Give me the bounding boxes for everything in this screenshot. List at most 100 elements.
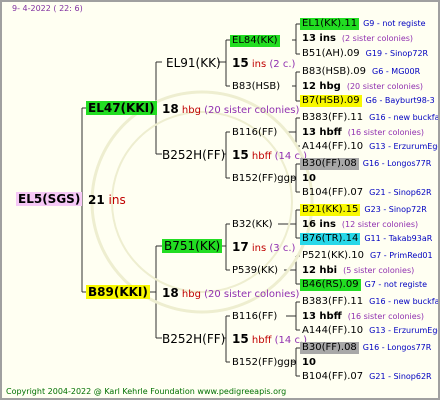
- level4-row[interactable]: 16 ins (12 sister colonies): [300, 219, 418, 231]
- level4-code: G6 - MG00R: [372, 67, 421, 76]
- level3-node[interactable]: B152(FF)ggp: [230, 173, 298, 185]
- level4-code: G16 - new buckfas: [369, 113, 440, 122]
- root-count: 21: [88, 193, 105, 207]
- level4-row[interactable]: B30(FF).08 G16 - Longos77R: [300, 158, 431, 170]
- level4-code: G23 - Sinop72R: [364, 205, 427, 214]
- level4-row[interactable]: 12 hbi (5 sister colonies): [300, 265, 414, 277]
- level1-code: hbg: [181, 105, 201, 116]
- level4-code: G11 - Takab93aR: [364, 234, 433, 243]
- level4-code: G21 - Sinop62R: [369, 372, 432, 381]
- level4-code: (16 sister colonies): [347, 312, 424, 321]
- level2-info: 15 hbff (14 c.): [232, 149, 307, 163]
- level4-code: G19 - Sinop72R: [365, 49, 429, 58]
- level1-sisters: (20 sister colonies): [204, 105, 300, 116]
- level4-label: 10: [302, 357, 316, 368]
- level2-count: 15: [232, 56, 249, 70]
- level3-label: EL84(KK): [230, 35, 280, 47]
- level4-label: 13 hbff: [302, 311, 342, 322]
- level2-count: 15: [232, 332, 249, 346]
- level4-row[interactable]: 13 ins (2 sister colonies): [300, 33, 413, 45]
- level4-row[interactable]: B7(HSB).09 G6 - Bayburt98-3: [300, 95, 435, 107]
- level2-node[interactable]: B252H(FF): [160, 333, 227, 347]
- level2-code: ins: [251, 59, 267, 70]
- root-node[interactable]: EL5(SGS): [16, 192, 83, 207]
- level4-label: B104(FF).07: [302, 371, 364, 382]
- level4-row[interactable]: EL1(KK).11 G9 - not registe: [300, 18, 426, 30]
- level4-label: B76(TR).14: [300, 233, 361, 245]
- level3-node[interactable]: B32(KK): [230, 219, 275, 231]
- level3-node[interactable]: P539(KK): [230, 265, 280, 277]
- level4-label: 10: [302, 173, 316, 184]
- level4-code: G6 - Bayburt98-3: [365, 96, 435, 105]
- level2-code: hbff: [251, 335, 272, 346]
- level4-code: G7 - PrimRed01: [369, 251, 433, 260]
- level4-label: B30(FF).08: [300, 158, 359, 170]
- level4-row[interactable]: A144(FF).10 G13 - ErzurumEgg8: [300, 325, 438, 337]
- level2-sisters: (2 c.): [269, 59, 296, 70]
- level4-row[interactable]: B383(FF).11 G16 - new buckfas: [300, 296, 440, 308]
- level4-row[interactable]: B383(FF).11 G16 - new buckfas: [300, 112, 440, 124]
- footer: Copyright 2004-2022 @ Karl Kehrle Founda…: [6, 387, 287, 396]
- level2-info: 15 ins (2 c.): [232, 57, 295, 71]
- level2-node[interactable]: B751(KK): [162, 239, 223, 254]
- level4-label: 13 ins: [302, 33, 336, 44]
- level2-code: hbff: [251, 151, 272, 162]
- level4-label: B383(FF).11: [302, 112, 364, 123]
- level4-row[interactable]: 10: [300, 173, 322, 185]
- level4-row[interactable]: B104(FF).07 G21 - Sinop62R: [300, 187, 432, 199]
- root-info: 21 ins: [88, 194, 126, 206]
- level4-row[interactable]: 10: [300, 357, 322, 369]
- level3-label: B152(FF)ggp: [232, 173, 297, 184]
- level1-info: 18 hbg (20 sister colonies): [162, 287, 299, 301]
- level4-row[interactable]: P521(KK).10 G7 - PrimRed01: [300, 250, 433, 262]
- level2-node[interactable]: EL91(KK): [164, 57, 223, 71]
- level4-label: B104(FF).07: [302, 187, 364, 198]
- level4-code: G13 - ErzurumEgg8: [369, 142, 440, 151]
- level4-row[interactable]: B46(RS).09 G7 - not registe: [300, 279, 427, 291]
- level4-label: 12 hbg: [302, 81, 341, 92]
- level3-label: B83(HSB): [232, 81, 281, 92]
- level4-label: B7(HSB).09: [300, 95, 362, 107]
- level2-label: EL91(KK): [166, 56, 221, 70]
- level1-node[interactable]: EL47(KKI): [86, 101, 157, 116]
- level4-label: 12 hbi: [302, 265, 338, 276]
- level3-node[interactable]: B152(FF)ggp: [230, 357, 298, 369]
- level4-label: A144(FF).10: [302, 325, 364, 336]
- level4-row[interactable]: B83(HSB).09 G6 - MG00R: [300, 66, 420, 78]
- level4-row[interactable]: B104(FF).07 G21 - Sinop62R: [300, 371, 432, 383]
- level4-row[interactable]: 13 hbff (16 sister colonies): [300, 311, 424, 323]
- level4-label: B51(AH).09: [302, 48, 360, 59]
- level4-label: A144(FF).10: [302, 141, 364, 152]
- level2-info: 15 hbff (14 c.): [232, 333, 307, 347]
- level4-row[interactable]: B76(TR).14 G11 - Takab93aR: [300, 233, 432, 245]
- level4-row[interactable]: B30(FF).08 G16 - Longos77R: [300, 342, 431, 354]
- level4-code: G16 - new buckfas: [369, 297, 440, 306]
- level1-node[interactable]: B89(KKI): [86, 285, 150, 300]
- level3-node[interactable]: B83(HSB): [230, 81, 282, 93]
- level4-row[interactable]: 13 hbff (16 sister colonies): [300, 127, 424, 139]
- level4-label: B46(RS).09: [300, 279, 361, 291]
- level2-node[interactable]: B252H(FF): [160, 149, 227, 163]
- level4-row[interactable]: 12 hbg (20 sister colonies): [300, 81, 423, 93]
- level3-node[interactable]: B116(FF): [230, 127, 279, 139]
- level4-code: (20 sister colonies): [346, 82, 424, 91]
- level4-label: B30(FF).08: [300, 342, 359, 354]
- level2-label: B252H(FF): [162, 148, 226, 162]
- level4-code: G9 - not registe: [363, 19, 426, 28]
- level4-code: (5 sister colonies): [343, 266, 415, 275]
- level1-sisters: (20 sister colonies): [204, 289, 300, 300]
- level4-label: 16 ins: [302, 219, 336, 230]
- level4-row[interactable]: A144(FF).10 G13 - ErzurumEgg8: [300, 141, 440, 153]
- level4-row[interactable]: B51(AH).09 G19 - Sinop72R: [300, 48, 428, 60]
- level4-code: G16 - Longos77R: [362, 159, 432, 168]
- level3-node[interactable]: B116(FF): [230, 311, 279, 323]
- level2-info: 17 ins (3 c.): [232, 241, 295, 255]
- level3-node[interactable]: EL84(KK): [230, 35, 280, 47]
- level2-sisters: (3 c.): [269, 243, 296, 254]
- root-label: EL5(SGS): [16, 192, 83, 206]
- level3-label: B116(FF): [232, 127, 278, 138]
- level4-label: B83(HSB).09: [302, 66, 367, 77]
- level1-label: B89(KKI): [86, 285, 150, 299]
- level4-row[interactable]: B21(KK).15 G23 - Sinop72R: [300, 204, 427, 216]
- level4-code: (16 sister colonies): [347, 128, 424, 137]
